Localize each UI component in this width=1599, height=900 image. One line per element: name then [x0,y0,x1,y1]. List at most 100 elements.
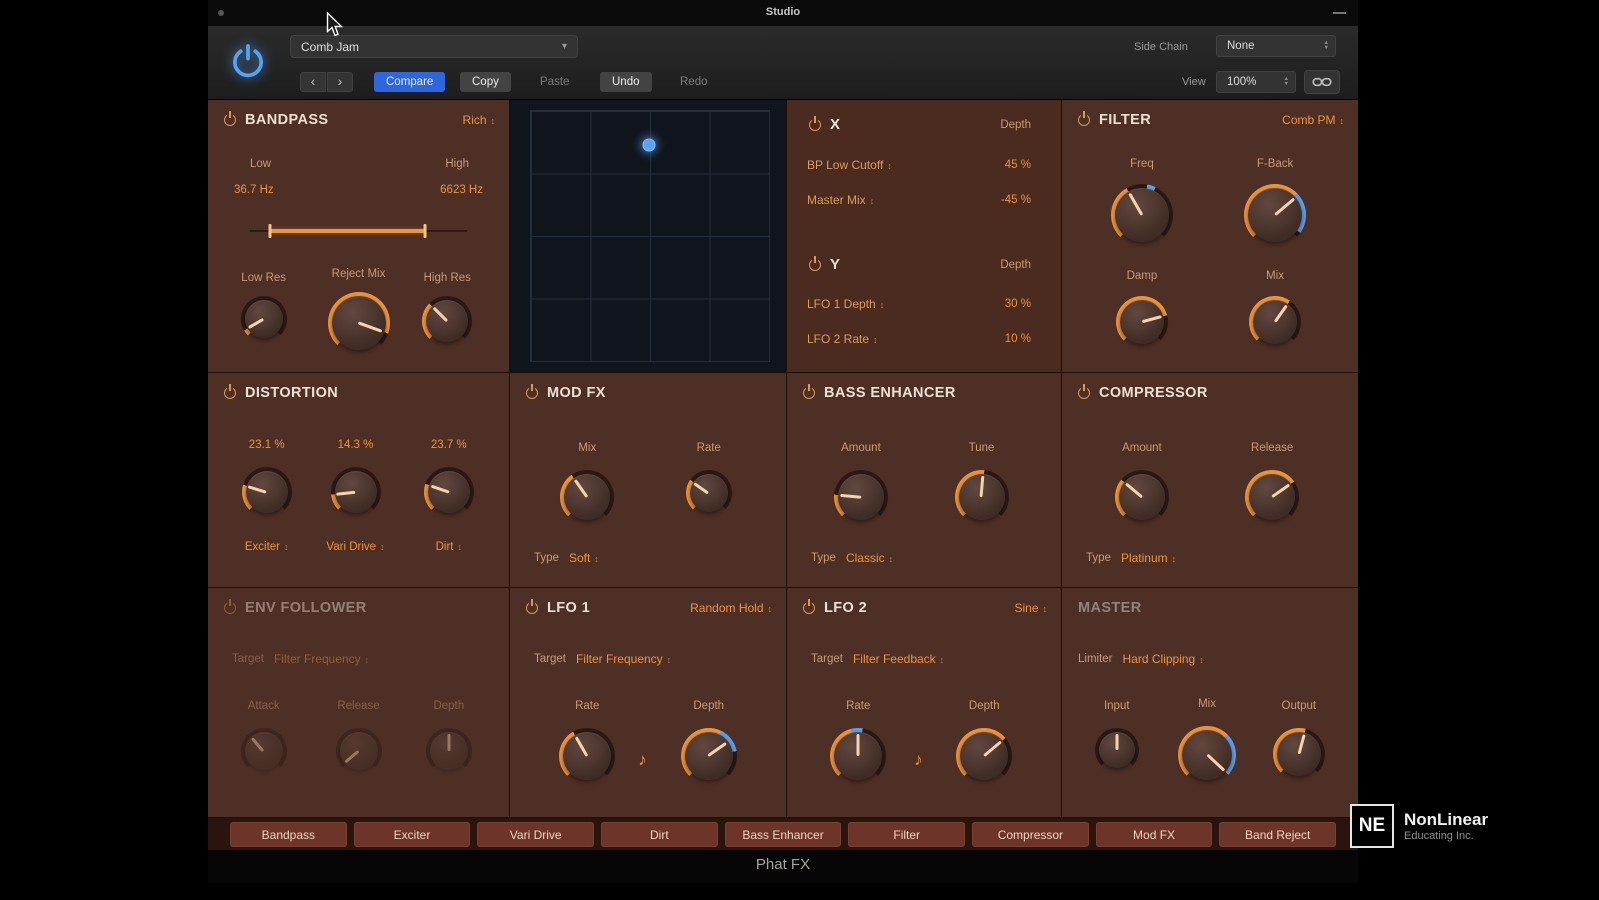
env-depth-knob[interactable] [425,728,472,774]
window-titlebar[interactable]: Studio [208,0,1358,26]
copy-button[interactable]: Copy [460,72,511,92]
note-icon[interactable]: ♪ [914,750,923,770]
modfx-mix-knob[interactable] [560,470,615,524]
undo-button[interactable]: Undo [600,72,652,92]
env-release-knob[interactable] [335,728,382,774]
filter-feedback-knob[interactable] [1244,184,1307,246]
chip-filter[interactable]: Filter [848,821,966,847]
power-icon[interactable] [809,258,821,271]
knob-label: Damp [1126,270,1158,282]
chip-mod-fx[interactable]: Mod FX [1095,821,1213,847]
xy-position-dot[interactable] [642,138,656,152]
filter-mix-knob[interactable] [1249,296,1302,348]
filter-freq-knob[interactable] [1110,184,1173,246]
stepper-icon [1324,41,1329,51]
dirt-knob[interactable] [423,467,474,517]
panel-title: BASS ENHANCER [824,385,956,401]
previous-preset-button[interactable]: ‹ [300,72,326,92]
x-target-1-dropdown[interactable]: BP Low Cutoff [807,158,892,172]
minimize-icon[interactable] [1333,12,1346,14]
low-res-knob[interactable] [240,296,287,342]
x-target-1-depth[interactable]: 45 % [1005,159,1031,171]
target-label: Target [232,653,264,665]
master-input-knob[interactable] [1094,728,1139,772]
lfo2-target-dropdown[interactable]: Filter Feedback [853,652,944,666]
power-icon[interactable] [526,602,538,614]
lfo1-depth-knob[interactable] [680,728,737,784]
master-output-knob[interactable] [1272,728,1325,780]
lfo2-rate-knob[interactable] [830,728,887,784]
paste-button[interactable]: Paste [528,72,581,92]
bass-type-dropdown[interactable]: Classic [846,551,893,565]
plugin-power-button[interactable] [224,37,272,85]
preset-selector[interactable]: Comb Jam ▾ [290,35,578,58]
knob-label: Rate [575,700,600,712]
power-icon[interactable] [224,114,236,126]
compressor-release-knob[interactable] [1245,470,1300,524]
lfo1-target-dropdown[interactable]: Filter Frequency [576,652,671,666]
lfo2-waveform-dropdown[interactable]: Sine [1014,601,1047,615]
power-icon[interactable] [809,118,821,131]
chip-dirt[interactable]: Dirt [601,821,718,847]
bandpass-range-slider[interactable] [250,224,467,238]
power-icon[interactable] [224,602,236,614]
bass-amount-knob[interactable] [833,470,888,524]
compressor-type-dropdown[interactable]: Platinum [1121,551,1176,565]
xy-pad[interactable] [510,100,787,373]
bass-type-value: Classic [845,551,885,565]
exciter-knob[interactable] [241,467,292,517]
high-handle[interactable] [423,224,427,238]
power-icon[interactable] [224,387,236,399]
env-target-dropdown[interactable]: Filter Frequency [274,652,369,666]
chip-exciter[interactable]: Exciter [353,821,471,847]
power-icon[interactable] [803,387,815,399]
master-mix-knob[interactable] [1178,726,1237,784]
high-res-knob[interactable] [422,296,473,346]
distortion-type-3-dropdown[interactable]: Dirt [436,541,462,553]
power-icon[interactable] [526,387,538,399]
y-target-2-depth[interactable]: 10 % [1005,333,1031,345]
modfx-type-dropdown[interactable]: Soft [569,551,599,565]
lfo1-rate-knob[interactable] [559,728,616,784]
low-handle[interactable] [268,224,272,238]
chip-bandpass[interactable]: Bandpass [230,821,347,847]
filter-damp-knob[interactable] [1115,296,1168,348]
view-zoom-dropdown[interactable]: 100% [1216,71,1296,93]
chip-vari-drive[interactable]: Vari Drive [477,821,595,847]
bandpass-mode-dropdown[interactable]: Rich [462,113,495,127]
x-target-2-depth[interactable]: -45 % [1001,194,1031,206]
y-target-1-depth[interactable]: 30 % [1005,298,1031,310]
next-preset-button[interactable]: › [327,72,353,92]
power-icon[interactable] [1078,114,1090,126]
modfx-rate-knob[interactable] [685,470,732,516]
power-icon[interactable] [1078,387,1090,399]
vari-drive-knob[interactable] [330,467,381,517]
lfo2-depth-knob[interactable] [956,728,1013,784]
filter-mode-dropdown[interactable]: Comb PM [1282,113,1344,127]
distortion-type-2-dropdown[interactable]: Vari Drive [326,541,384,553]
link-button[interactable] [1304,70,1340,94]
side-chain-dropdown[interactable]: None [1216,35,1336,57]
chip-band-reject[interactable]: Band Reject [1219,821,1337,847]
panel-lfo2: LFO 2 Sine Target Filter Feedback Rate ♪… [787,588,1062,818]
reject-mix-knob[interactable] [327,292,390,354]
limiter-mode-dropdown[interactable]: Hard Clipping [1123,652,1204,666]
knob-label: Release [337,700,380,712]
distortion-type-1-dropdown[interactable]: Exciter [245,541,289,553]
lfo1-waveform-dropdown[interactable]: Random Hold [690,601,772,615]
note-icon[interactable]: ♪ [638,750,647,770]
chip-bass-enhancer[interactable]: Bass Enhancer [724,821,842,847]
compare-button[interactable]: Compare [374,72,446,92]
chip-compressor[interactable]: Compressor [972,821,1089,847]
bass-tune-knob[interactable] [954,470,1009,524]
bandpass-mode-value: Rich [462,113,487,127]
y-target-1-dropdown[interactable]: LFO 1 Depth [807,297,884,311]
env-attack-knob[interactable] [240,728,287,774]
knob-label: Tune [968,442,995,454]
x-target-2-dropdown[interactable]: Master Mix [807,193,874,207]
redo-button[interactable]: Redo [668,72,720,92]
y-target-2-dropdown[interactable]: LFO 2 Rate [807,332,878,346]
panel-env-follower: ENV FOLLOWER Target Filter Frequency Att… [208,588,510,818]
power-icon[interactable] [803,602,815,614]
compressor-amount-knob[interactable] [1114,470,1169,524]
